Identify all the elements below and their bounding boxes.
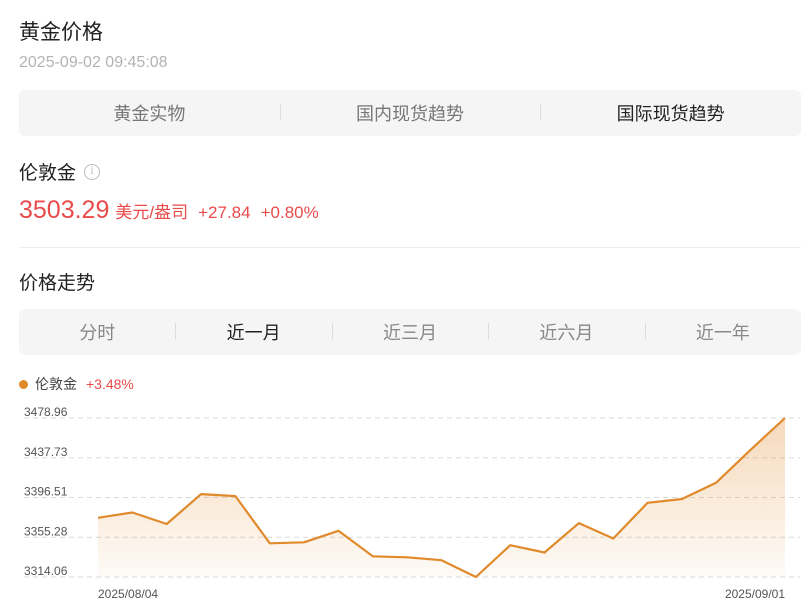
market-tab-bar: 黄金实物 国内现货趋势 国际现货趋势 [19, 90, 801, 136]
range-tab-bar: 分时 近一月 近三月 近六月 近一年 [19, 309, 801, 355]
y-tick-label: 3396.51 [24, 485, 68, 499]
tab-domestic-spot[interactable]: 国内现货趋势 [279, 100, 541, 126]
price-change-percent: +0.80% [260, 203, 319, 222]
price-unit: 美元/盎司 [115, 203, 189, 222]
tab-physical-gold[interactable]: 黄金实物 [19, 100, 280, 126]
gold-name: 伦敦金 [19, 163, 77, 184]
price-trend-chart: 3478.96 3437.73 3396.51 3355.28 3314.06 2025… [24, 405, 800, 601]
legend-series-name: 伦敦金 [35, 376, 77, 392]
gold-name-row: 伦敦金 i [19, 158, 101, 185]
chart-legend: 伦敦金 +3.48% [19, 374, 134, 394]
legend-dot-icon [19, 379, 28, 389]
trend-section-title: 价格走势 [19, 273, 96, 294]
update-timestamp: 2025-09-02 09:45:08 [19, 54, 168, 71]
x-tick-label: 2025/09/01 [725, 587, 785, 601]
page-title: 黄金价格 [19, 21, 103, 44]
info-circle-icon[interactable]: i [84, 163, 101, 180]
y-tick-label: 3437.73 [24, 445, 68, 459]
price-value: 3503.29 [19, 196, 110, 224]
range-tab-intraday[interactable]: 分时 [19, 319, 175, 345]
range-tab-1-month[interactable]: 近一月 [175, 319, 331, 345]
x-tick-label: 2025/08/04 [98, 587, 158, 601]
range-tab-3-months[interactable]: 近三月 [331, 319, 488, 345]
price-change: +27.84 [198, 203, 251, 222]
y-tick-label: 3478.96 [24, 405, 68, 419]
y-tick-label: 3355.28 [24, 524, 68, 538]
range-tab-1-year[interactable]: 近一年 [644, 319, 801, 345]
legend-series-change: +3.48% [86, 376, 134, 392]
price-row: 3503.29 美元/盎司 +27.84 +0.80% [19, 196, 319, 225]
tab-international-spot[interactable]: 国际现货趋势 [540, 100, 801, 126]
section-divider [19, 247, 801, 248]
range-tab-6-months[interactable]: 近六月 [488, 319, 644, 345]
y-tick-label: 3314.06 [24, 564, 68, 578]
